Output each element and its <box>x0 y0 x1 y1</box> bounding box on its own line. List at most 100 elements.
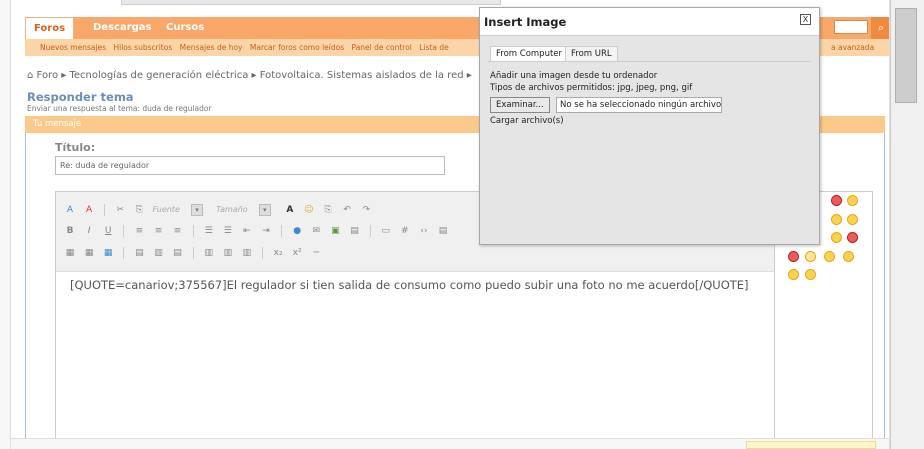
undo-icon[interactable]: ↶ <box>341 204 353 216</box>
bullet-list-icon[interactable]: ☰ <box>222 225 234 237</box>
toolbar-separator <box>123 225 125 237</box>
browse-button[interactable]: Examinar... <box>490 97 550 113</box>
size-select[interactable]: Tamaño <box>216 203 248 217</box>
search-input[interactable] <box>834 20 868 34</box>
toolbar-separator <box>192 247 194 259</box>
delete-row-icon[interactable]: ▤ <box>172 247 184 259</box>
subnav-advanced-search[interactable]: a avanzada <box>831 39 874 56</box>
font-color-icon[interactable]: A <box>284 204 296 216</box>
split-icon[interactable]: ▥ <box>222 247 234 259</box>
underline-icon[interactable]: U <box>102 225 114 237</box>
toolbar-separator <box>262 247 264 259</box>
italic-icon[interactable]: I <box>83 225 95 237</box>
horizontal-rule-icon[interactable]: ─ <box>310 247 322 259</box>
smiley-sunglasses-icon[interactable] <box>788 269 799 280</box>
smiley-shock-icon[interactable] <box>824 251 835 262</box>
table-icon[interactable]: ▦ <box>64 247 76 259</box>
top-bar <box>121 0 501 5</box>
size-dropdown-icon[interactable]: ▾ <box>258 204 271 216</box>
insert-row-icon[interactable]: ▤ <box>133 247 145 259</box>
toolbar-row-2: B I U ≡ ≡ ≡ ☰ ☰ ⇤ ⇥ ● ✉ ▣ ▤ ▭ # ‹› ▤ <box>64 222 451 240</box>
tab-from-url[interactable]: From URL <box>565 46 618 62</box>
bottom-button[interactable] <box>746 441 876 449</box>
page-title: Responder tema <box>27 90 134 104</box>
smiley-mad-icon[interactable] <box>847 232 858 243</box>
link-icon[interactable]: ● <box>291 225 303 237</box>
subnav-mark-read[interactable]: Marcar foros como leídos <box>250 43 344 52</box>
scrollbar-thumb[interactable] <box>895 8 917 103</box>
copy-icon[interactable]: ⎘ <box>133 204 145 216</box>
toolbar-separator <box>123 247 125 259</box>
smiley-grin-icon[interactable] <box>847 214 858 225</box>
subnav-list[interactable]: Lista de <box>419 43 448 52</box>
close-icon[interactable]: X <box>800 14 811 25</box>
title-input[interactable]: Re: duda de regulador <box>55 156 445 175</box>
subnav-today[interactable]: Mensajes de hoy <box>180 43 243 52</box>
quote-icon[interactable]: ▭ <box>380 225 392 237</box>
align-right-icon[interactable]: ≡ <box>172 225 184 237</box>
bold-icon[interactable]: B <box>64 225 76 237</box>
hash-icon[interactable]: # <box>399 225 411 237</box>
tab-descargas[interactable]: Descargas <box>93 17 152 39</box>
smiley-angry-icon[interactable] <box>831 195 842 206</box>
dialog-panel: Añadir una imagen desde tu ordenador Tip… <box>488 61 811 237</box>
smiley-red-icon[interactable] <box>788 251 799 262</box>
home-icon[interactable]: ⌂ <box>27 70 33 81</box>
allowed-types: Tipos de archivos permitidos: jpg, jpeg,… <box>490 83 693 93</box>
table-row-icon[interactable]: ▦ <box>83 247 95 259</box>
superscript-icon[interactable]: x² <box>291 247 303 259</box>
merge-icon[interactable]: ▥ <box>203 247 215 259</box>
ordered-list-icon[interactable]: ☰ <box>203 225 215 237</box>
code-icon[interactable]: ‹› <box>418 225 430 237</box>
video-icon[interactable]: ▤ <box>349 225 361 237</box>
upload-instructions: Añadir una imagen desde tu ordenador <box>490 71 658 81</box>
toolbar-separator <box>192 225 194 237</box>
toolbar-row-1: A A ✂ ⎘ Fuente ▾ Tamaño ▾ A ☺ ⎘ ↶ ↷ <box>64 201 374 219</box>
editor-content[interactable]: [QUOTE=canariov;375567]El regulador si t… <box>70 278 749 292</box>
tab-from-computer[interactable]: From Computer <box>490 46 569 62</box>
toolbar-separator <box>281 225 283 237</box>
smiley-wink-icon[interactable] <box>831 214 842 225</box>
tab-cursos[interactable]: Cursos <box>166 17 204 39</box>
breadcrumb: ⌂ Foro ▸ Tecnologías de generación eléct… <box>27 70 472 81</box>
redo-icon[interactable]: ↷ <box>360 204 372 216</box>
subnav-subscribed[interactable]: Hilos subscritos <box>113 43 172 52</box>
email-icon[interactable]: ✉ <box>310 225 322 237</box>
align-center-icon[interactable]: ≡ <box>152 225 164 237</box>
smiley-icon[interactable]: ☺ <box>303 204 315 216</box>
image-icon[interactable]: ▣ <box>329 225 341 237</box>
smiley-happy-icon[interactable] <box>805 269 816 280</box>
scrollbar[interactable] <box>890 0 924 449</box>
smiley-smile-icon[interactable] <box>847 195 858 206</box>
smiley-cool-icon[interactable] <box>831 232 842 243</box>
toolbar-separator <box>104 204 106 216</box>
smiley-idea-icon[interactable] <box>805 251 816 262</box>
dialog-title: Insert Image <box>484 15 567 29</box>
search-icon[interactable]: ⌕ <box>871 17 889 39</box>
indent-icon[interactable]: ⇥ <box>260 225 272 237</box>
file-status: No se ha seleccionado ningún archivo. <box>556 97 722 113</box>
subnav-new-posts[interactable]: Nuevos mensajes <box>40 43 106 52</box>
cell-props-icon[interactable]: ▥ <box>241 247 253 259</box>
cut-icon[interactable]: ✂ <box>114 204 126 216</box>
attach-icon[interactable]: ⎘ <box>322 204 334 216</box>
insert-col-icon[interactable]: ▥ <box>152 247 164 259</box>
tab-foros[interactable]: Foros <box>25 17 75 40</box>
dialog-header: Insert Image X <box>480 8 819 36</box>
smiley-laugh-icon[interactable] <box>843 251 854 262</box>
font-select[interactable]: Fuente <box>152 203 179 217</box>
subscript-icon[interactable]: x₂ <box>272 247 284 259</box>
toolbar-row-3: ▦ ▦ ▦ ▤ ▥ ▤ ▥ ▥ ▥ x₂ x² ─ <box>64 244 324 262</box>
font-dropdown-icon[interactable]: ▾ <box>190 204 203 216</box>
switch-mode-icon[interactable]: A <box>83 204 95 216</box>
table-col-icon[interactable]: ▦ <box>102 247 114 259</box>
upload-files-link[interactable]: Cargar archivo(s) <box>490 116 564 126</box>
remove-format-icon[interactable]: A <box>64 204 76 216</box>
breadcrumb-path[interactable]: Foro ▸ Tecnologías de generación eléctri… <box>37 70 472 81</box>
subnav-control-panel[interactable]: Panel de control <box>352 43 412 52</box>
outdent-icon[interactable]: ⇤ <box>241 225 253 237</box>
page-subtitle: Enviar una respuesta al tema: duda de re… <box>27 104 212 113</box>
php-icon[interactable]: ▤ <box>437 225 449 237</box>
align-left-icon[interactable]: ≡ <box>133 225 145 237</box>
title-label: Título: <box>55 141 96 154</box>
